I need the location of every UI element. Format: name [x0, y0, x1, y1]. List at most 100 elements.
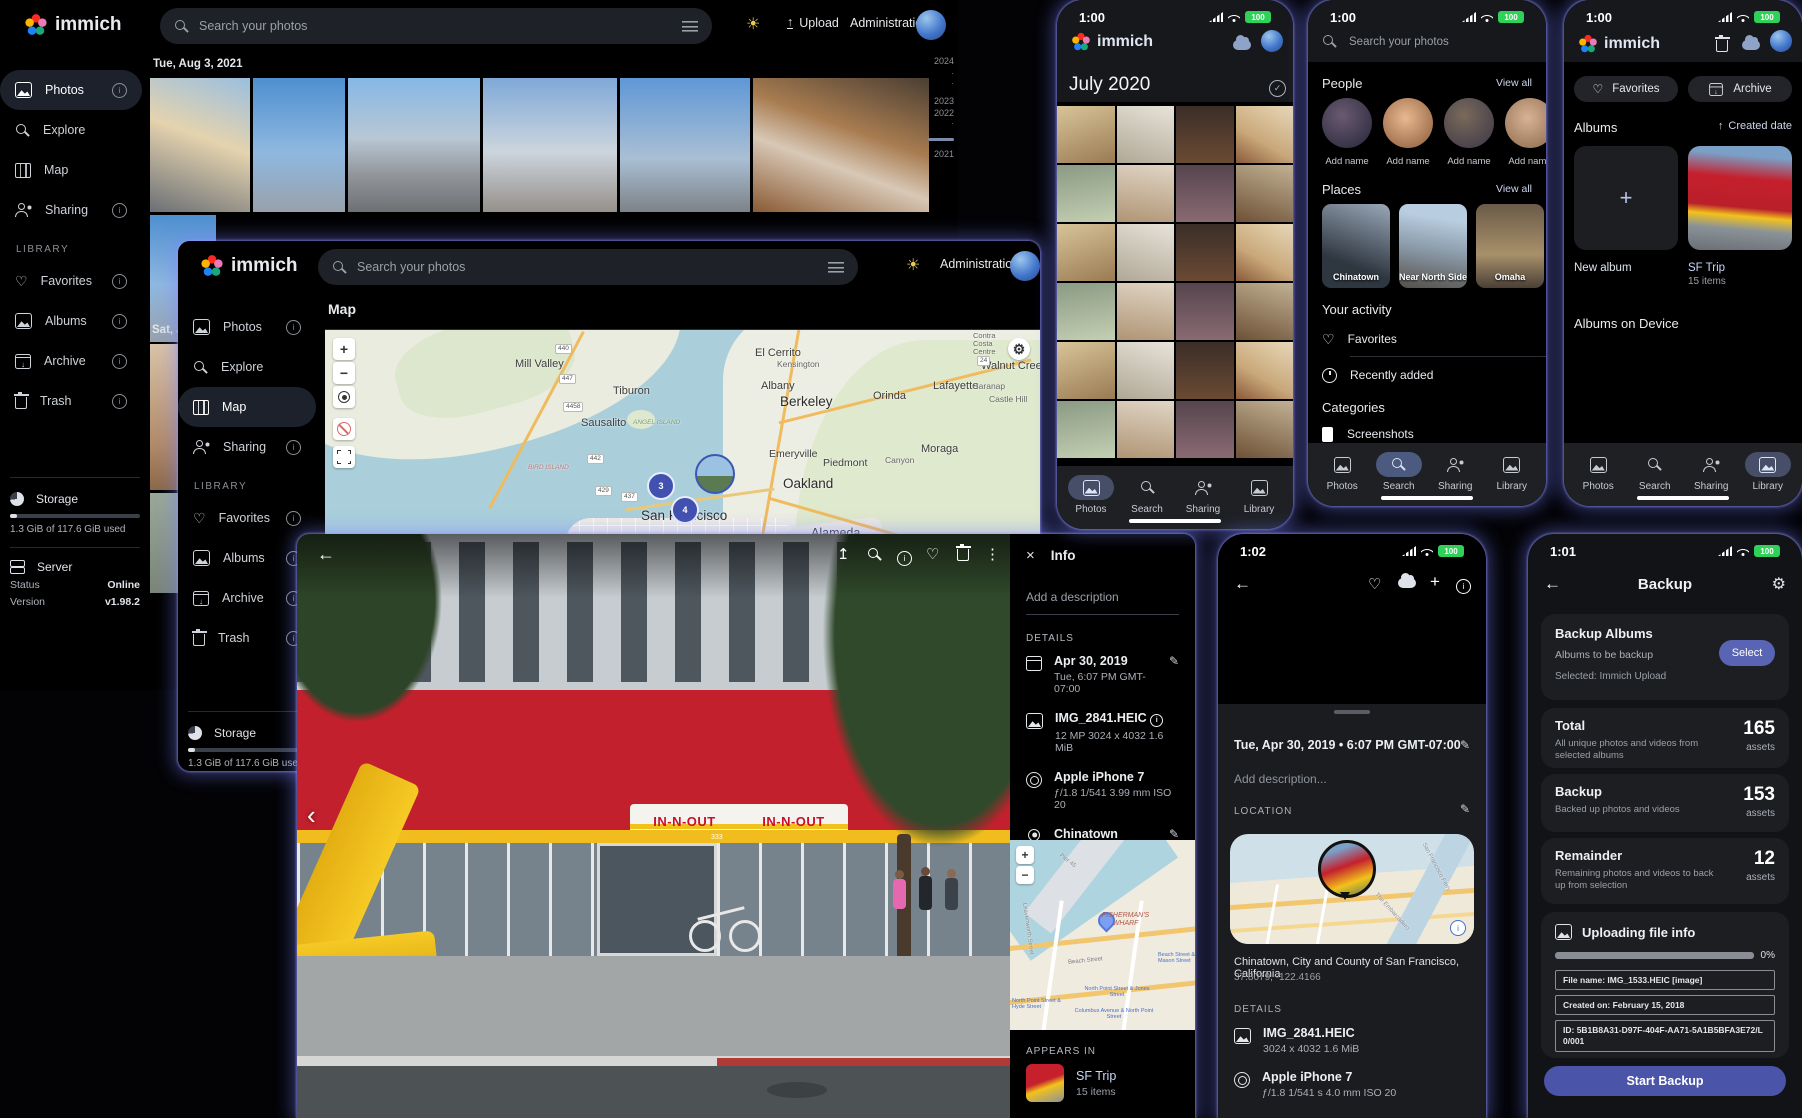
person-item[interactable]: Add name [1505, 98, 1546, 167]
share-icon[interactable]: ↥ [837, 545, 850, 563]
map-zoom-in-button[interactable]: + [333, 338, 355, 360]
nav-search[interactable]: Search [1119, 475, 1175, 515]
search-input[interactable]: Search your photos [1322, 34, 1449, 49]
photo-thumbnail[interactable] [1057, 283, 1115, 340]
file-info-icon[interactable] [1150, 714, 1163, 727]
settings-gear-icon[interactable]: ⚙ [1772, 574, 1786, 594]
photo-thumbnail[interactable] [1236, 342, 1294, 399]
administration-link[interactable]: Administration [940, 257, 1019, 271]
photo-thumbnail[interactable] [1176, 401, 1234, 458]
photo-thumbnail[interactable] [1236, 283, 1294, 340]
trash-icon[interactable] [1716, 36, 1728, 57]
album-tile-sf-trip[interactable] [1688, 146, 1792, 250]
nav-photos[interactable]: Photos [1063, 475, 1119, 515]
select-button[interactable]: Select [1719, 640, 1775, 666]
sidebar-item-favorites[interactable]: ♡Favorites [178, 498, 316, 538]
map-attribution-info-icon[interactable]: i [1450, 920, 1466, 936]
photo-thumbnail[interactable] [1057, 165, 1115, 222]
info-icon[interactable] [286, 320, 301, 335]
photo-thumbnail[interactable] [1057, 224, 1115, 281]
edit-location-pencil-icon[interactable]: ✎ [1169, 827, 1179, 841]
nav-sharing[interactable]: Sharing [1683, 452, 1740, 492]
photo-thumbnail[interactable] [1117, 224, 1175, 281]
info-icon[interactable] [112, 83, 127, 98]
more-options-icon[interactable]: ⋮ [985, 545, 1000, 563]
location-mini-map[interactable]: + − FISHERMAN'SWHARF Beach Street Pier 4… [1010, 840, 1195, 1030]
photo-map-marker[interactable] [1318, 840, 1376, 898]
sidebar-item-albums[interactable]: Albums [178, 538, 316, 578]
person-item[interactable]: Add name [1444, 98, 1494, 167]
place-card[interactable]: Chinatown [1322, 204, 1390, 288]
photo-thumbnail[interactable] [1176, 106, 1234, 163]
photo-thumbnail[interactable] [1176, 224, 1234, 281]
select-all-check-icon[interactable]: ✓ [1269, 80, 1286, 97]
info-icon[interactable] [286, 511, 301, 526]
photo-thumbnail[interactable] [1057, 401, 1115, 458]
sidebar-item-sharing[interactable]: Sharing [0, 190, 142, 230]
favorites-button[interactable]: ♡Favorites [1574, 76, 1678, 102]
person-item[interactable]: Add name [1383, 98, 1433, 167]
zoom-icon[interactable] [867, 547, 882, 567]
info-icon[interactable] [286, 440, 301, 455]
photo-thumbnail[interactable] [1176, 165, 1234, 222]
sidebar-item-trash[interactable]: Trash [0, 381, 142, 421]
sidebar-item-map[interactable]: Map [0, 150, 142, 190]
scrubber-handle[interactable] [928, 138, 954, 141]
mini-map-zoom-out[interactable]: − [1016, 866, 1034, 884]
immich-logo[interactable]: immich [24, 13, 122, 37]
sidebar-item-trash[interactable]: Trash [178, 618, 316, 658]
place-card[interactable]: Omaha [1476, 204, 1544, 288]
photo-thumbnail[interactable] [753, 78, 929, 212]
delete-trash-icon[interactable] [957, 545, 969, 566]
edit-location-pencil-icon[interactable]: ✎ [1460, 802, 1470, 816]
description-input[interactable]: Add description... [1234, 772, 1327, 786]
photo-thumbnail[interactable] [620, 78, 750, 212]
edit-date-pencil-icon[interactable]: ✎ [1169, 654, 1179, 668]
close-icon[interactable]: × [1026, 547, 1035, 564]
user-avatar[interactable] [1770, 30, 1792, 52]
info-icon[interactable] [1456, 576, 1471, 594]
info-icon[interactable] [897, 548, 912, 566]
user-avatar[interactable] [1010, 251, 1040, 281]
sidebar-item-archive[interactable]: Archive [0, 341, 142, 381]
back-icon[interactable]: ← [317, 544, 335, 565]
sidebar-item-map[interactable]: Map [178, 387, 316, 427]
filter-icon[interactable] [828, 261, 844, 273]
sort-created-date[interactable]: ↑Created date [1718, 120, 1792, 132]
sheet-drag-handle[interactable] [1334, 710, 1370, 714]
photo-thumbnail[interactable] [1236, 106, 1294, 163]
photo-thumbnail[interactable] [1057, 342, 1115, 399]
sidebar-item-archive[interactable]: Archive [178, 578, 316, 618]
map-settings-button[interactable]: ⚙ [1008, 338, 1030, 360]
archive-button[interactable]: Archive [1688, 76, 1792, 102]
photo-thumbnail[interactable] [1117, 283, 1175, 340]
filter-icon[interactable] [682, 20, 698, 32]
description-input[interactable]: Add a description [1010, 564, 1195, 604]
photo-thumbnail[interactable] [150, 78, 250, 212]
sidebar-item-photos[interactable]: Photos [0, 70, 142, 110]
people-view-all-link[interactable]: View all [1496, 77, 1532, 89]
edit-date-pencil-icon[interactable]: ✎ [1460, 738, 1470, 752]
photo-in-n-out[interactable]: IN-N-OUT IN-N-OUT 333 [297, 534, 1010, 1118]
user-avatar[interactable] [1261, 30, 1283, 52]
sidebar-item-explore[interactable]: Explore [178, 347, 316, 387]
previous-photo-chevron[interactable]: ‹ [307, 800, 316, 831]
nav-search[interactable]: Search [1371, 452, 1428, 492]
map-draw-disabled-button[interactable] [333, 418, 355, 440]
nav-library[interactable]: Library [1484, 452, 1541, 492]
info-icon[interactable] [112, 203, 127, 218]
info-icon[interactable] [112, 354, 127, 369]
theme-toggle-sun-icon[interactable]: ☀ [906, 255, 920, 275]
map-cluster-marker[interactable]: 4 [671, 496, 699, 524]
photo-thumbnail[interactable] [1176, 283, 1234, 340]
sidebar-item-sharing[interactable]: Sharing [178, 427, 316, 467]
backup-cloud-icon[interactable] [1233, 34, 1251, 55]
upload-button[interactable]: ↑ Upload [787, 16, 839, 30]
photo-thumbnail[interactable] [348, 78, 480, 212]
map-zoom-out-button[interactable]: − [333, 362, 355, 384]
photo-thumbnail[interactable] [1236, 401, 1294, 458]
photo-thumbnail[interactable] [1057, 106, 1115, 163]
info-icon[interactable] [112, 394, 127, 409]
sidebar-item-favorites[interactable]: ♡Favorites [0, 261, 142, 301]
photo-thumbnail[interactable] [1117, 342, 1175, 399]
